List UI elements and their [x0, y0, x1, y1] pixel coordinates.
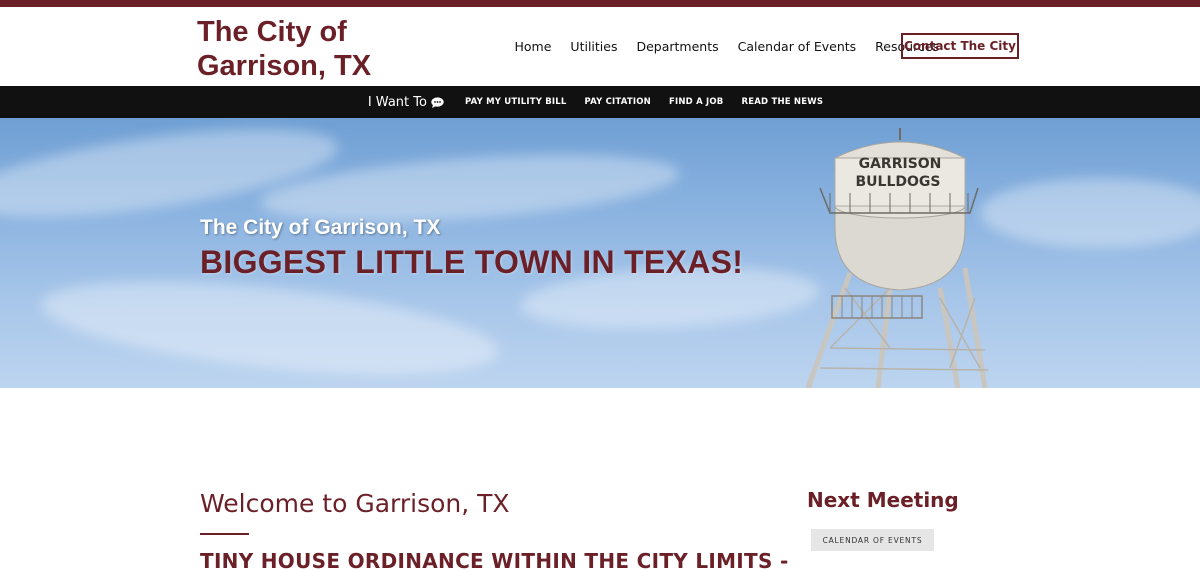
nav-home[interactable]: Home: [515, 39, 552, 54]
main-nav: Home Utilities Departments Calendar of E…: [505, 34, 949, 58]
cloud-shape: [37, 264, 503, 388]
hero-subtitle: The City of Garrison, TX: [200, 216, 441, 239]
read-the-news-link[interactable]: READ THE NEWS: [742, 97, 824, 107]
nav-departments[interactable]: Departments: [636, 39, 718, 54]
tower-text-line-1: GARRISON: [859, 156, 942, 172]
title-divider: [200, 533, 249, 535]
hero-title: BIGGEST LITTLE TOWN IN TEXAS!: [200, 244, 744, 280]
i-want-to-menu[interactable]: I Want To: [368, 95, 444, 110]
cloud-shape: [980, 178, 1200, 248]
water-tower-image: GARRISON BULLDOGS: [805, 128, 989, 388]
i-want-to-label: I Want To: [367, 94, 427, 110]
top-accent-stripe: [0, 0, 1200, 7]
welcome-title: Welcome to Garrison, TX: [200, 489, 510, 518]
chat-bubble-icon: [431, 96, 444, 108]
logo-line-1: The City of: [197, 16, 347, 48]
nav-utilities[interactable]: Utilities: [570, 39, 617, 54]
site-logo[interactable]: The City of Garrison, TX: [197, 15, 397, 83]
calendar-of-events-button[interactable]: CALENDAR OF EVENTS: [811, 529, 934, 551]
pay-citation-link[interactable]: PAY CITATION: [584, 97, 651, 107]
site-header: The City of Garrison, TX Home Utilities …: [0, 7, 1200, 86]
ordinance-heading: TINY HOUSE ORDINANCE WITHIN THE CITY LIM…: [200, 549, 789, 570]
quick-links-bar: I Want To PAY MY UTILITY BILL PAY CITATI…: [0, 86, 1200, 118]
nav-calendar-of-events[interactable]: Calendar of Events: [738, 39, 857, 54]
next-meeting-title: Next Meeting: [807, 488, 959, 512]
pay-utility-bill-link[interactable]: PAY MY UTILITY BILL: [465, 97, 567, 107]
tower-text-line-2: BULLDOGS: [856, 174, 941, 190]
find-a-job-link[interactable]: FIND A JOB: [669, 97, 724, 107]
hero-banner: The City of Garrison, TX BIGGEST LITTLE …: [0, 118, 1200, 388]
logo-line-2: Garrison, TX: [197, 50, 372, 82]
contact-the-city-button[interactable]: Contact The City: [901, 33, 1019, 59]
